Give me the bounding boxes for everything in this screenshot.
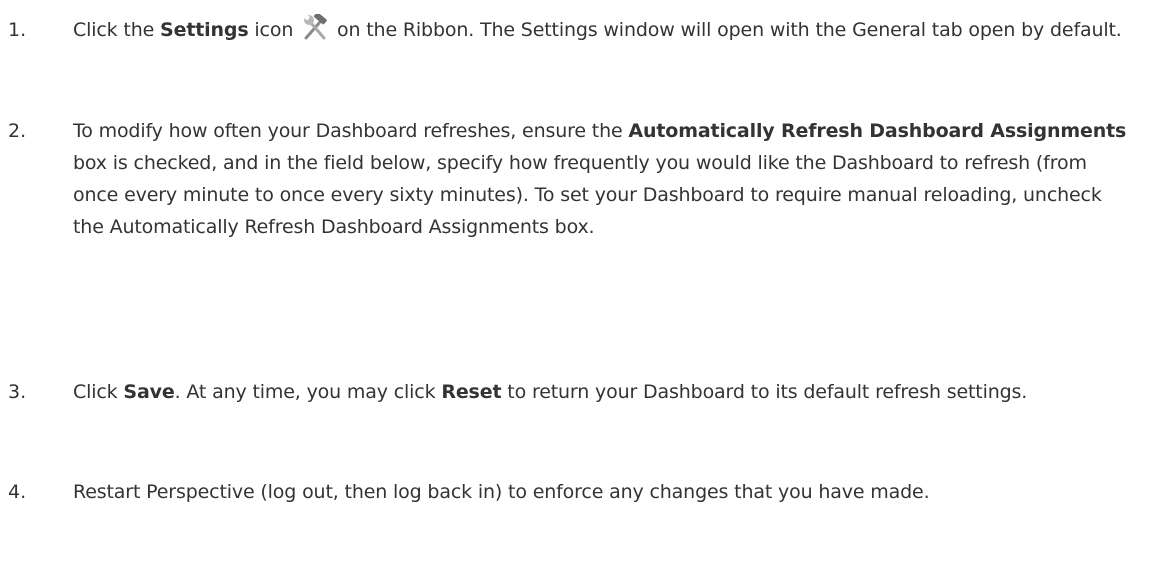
text-segment: Click (73, 381, 124, 403)
text-segment: Restart Perspective (log out, then log b… (73, 481, 930, 503)
settings-tools-icon (301, 12, 329, 40)
step-number: 2. (8, 120, 27, 142)
step-text: Click the Settings icon on the Ribbon. T… (73, 12, 1133, 46)
step-text: Restart Perspective (log out, then log b… (73, 476, 1133, 508)
auto-refresh-term: Automatically Refresh Dashboard Assignme… (628, 120, 1127, 142)
step-text: Click Save. At any time, you may click R… (73, 376, 1133, 408)
text-segment: on the Ribbon. The Settings window will … (331, 19, 1122, 41)
settings-term: Settings (160, 19, 249, 41)
text-segment: icon (248, 19, 300, 41)
step-number: 1. (8, 19, 27, 41)
step-number: 3. (8, 381, 27, 403)
save-term: Save (123, 381, 175, 403)
text-segment: box is checked, and in the field below, … (73, 152, 1102, 238)
reset-term: Reset (441, 381, 502, 403)
text-segment: to return your Dashboard to its default … (501, 381, 1028, 403)
step-number: 4. (8, 481, 27, 503)
text-segment: . At any time, you may click (174, 381, 442, 403)
step-text: To modify how often your Dashboard refre… (73, 115, 1133, 243)
text-segment: Click the (73, 19, 161, 41)
text-segment: To modify how often your Dashboard refre… (73, 120, 629, 142)
